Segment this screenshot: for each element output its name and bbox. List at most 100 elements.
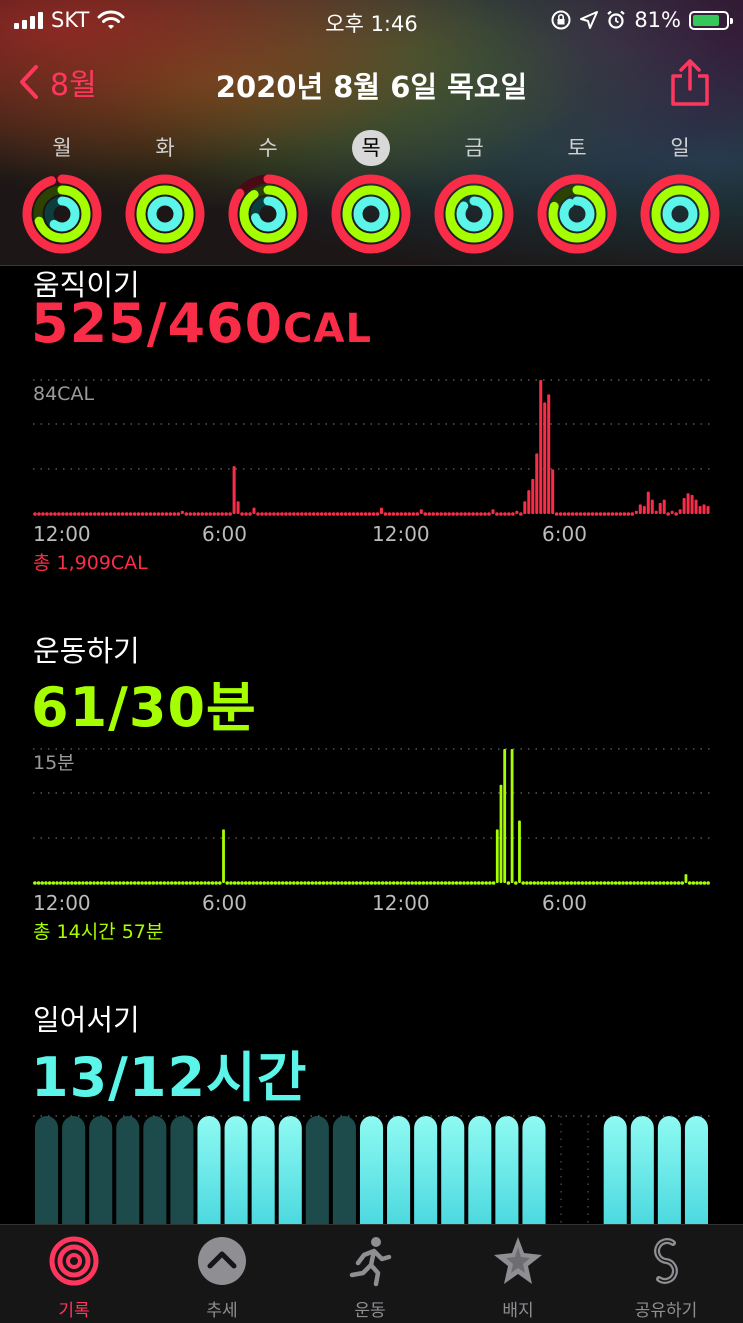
chart-bar <box>483 512 487 516</box>
x-tick-label: 6:00 <box>202 891 247 915</box>
chart-bar <box>602 512 607 516</box>
day-7[interactable]: 일 <box>635 130 725 256</box>
chart-bar <box>532 881 537 885</box>
chart-bar <box>355 512 360 516</box>
stand-hour-bar <box>62 1116 86 1224</box>
chart-bar <box>210 881 215 885</box>
chart-bar <box>33 881 37 885</box>
chart-bar <box>550 881 555 885</box>
chart-bar <box>459 512 463 516</box>
tab-workouts[interactable]: 운동 <box>296 1235 444 1321</box>
chart-bar <box>610 881 614 885</box>
activity-ring <box>640 174 720 254</box>
chart-bar <box>488 881 492 885</box>
chart-bar <box>695 881 699 885</box>
chart-bar <box>610 512 615 516</box>
day-label: 수 <box>258 136 278 160</box>
chart-bar <box>617 881 622 885</box>
tab-sharing[interactable]: 공유하기 <box>592 1235 740 1321</box>
chart-bar <box>432 881 437 885</box>
chart-bar <box>77 881 82 885</box>
move-value: 525/460CAL <box>31 292 372 355</box>
stand-value-unit: 시간 <box>206 1046 308 1109</box>
chart-bar <box>574 512 579 516</box>
chart-bar <box>569 881 574 885</box>
tab-history[interactable]: 기록 <box>0 1235 148 1321</box>
stand-hour-bar <box>441 1116 465 1224</box>
chart-bar <box>152 512 157 516</box>
tab-label: 운동 <box>354 1301 386 1321</box>
chart-bar <box>359 512 364 516</box>
chart-bar <box>222 829 225 883</box>
chart-bar <box>503 512 507 516</box>
share-button[interactable] <box>669 58 711 112</box>
chart-bar <box>112 512 117 516</box>
day-4[interactable]: 목 <box>326 130 416 256</box>
chart-bar <box>428 881 433 885</box>
stand-hour-bar <box>35 1116 59 1224</box>
chart-bar <box>606 512 611 516</box>
chart-bar <box>92 881 96 885</box>
chart-bar <box>491 509 495 514</box>
chart-bar <box>634 510 638 514</box>
chart-bar <box>258 881 263 885</box>
chart-bar <box>613 881 618 885</box>
chart-bar <box>439 512 443 516</box>
chart-bar <box>100 512 105 516</box>
chart-bar <box>53 512 57 516</box>
chart-bar <box>251 881 255 885</box>
day-6[interactable]: 토 <box>532 130 622 256</box>
tab-trends[interactable]: 추세 <box>148 1235 296 1321</box>
tab-awards[interactable]: 배지 <box>444 1235 592 1321</box>
chart-bar <box>288 512 292 516</box>
chart-bar <box>702 881 707 885</box>
chart-bar <box>595 881 599 885</box>
chart-bar <box>276 512 280 516</box>
chart-bar <box>343 512 348 516</box>
battery-percent: 81% <box>634 8 681 32</box>
chart-bar <box>121 881 126 885</box>
chart-bar <box>262 881 267 885</box>
share-icon <box>671 59 709 106</box>
chart-bar <box>155 881 159 885</box>
chart-bar <box>606 881 611 885</box>
chart-bar <box>110 881 115 885</box>
stand-hour-bar <box>387 1116 411 1224</box>
chart-bar <box>670 510 674 514</box>
chart-bar <box>380 881 385 885</box>
chart-bar <box>680 881 685 885</box>
chart-bar <box>255 881 259 885</box>
move-value-number: 525/460 <box>31 292 284 355</box>
day-2[interactable]: 화 <box>120 130 210 256</box>
exercise-value: 61/30분 <box>31 663 257 742</box>
chart-bar <box>599 881 603 885</box>
chart-bar <box>686 493 690 514</box>
stand-hour-bar <box>332 1116 356 1224</box>
chart-bar <box>40 881 45 885</box>
chart-bar <box>491 881 496 885</box>
stand-hour-bar <box>224 1116 248 1224</box>
chart-bar <box>391 512 396 516</box>
chart-bar <box>166 881 170 885</box>
chart-bar <box>384 881 389 885</box>
day-1[interactable]: 월 <box>17 130 107 256</box>
chart-bar <box>118 881 122 885</box>
chart-bar <box>658 881 662 885</box>
day-label: 목 <box>352 130 390 166</box>
chart-bar <box>638 504 642 514</box>
chart-bar <box>570 512 575 516</box>
chart-bar <box>691 881 696 885</box>
chart-bar <box>76 512 81 516</box>
chart-bar <box>506 881 511 885</box>
chart-bar <box>371 512 376 516</box>
chart-bar <box>414 881 418 885</box>
stand-hour-bar <box>495 1116 519 1224</box>
chart-bar <box>558 881 562 885</box>
chart-bar <box>399 512 404 516</box>
chart-bar <box>406 881 411 885</box>
chart-bar <box>525 881 529 885</box>
day-3[interactable]: 수 <box>223 130 313 256</box>
chart-bar <box>391 881 396 885</box>
day-5[interactable]: 금 <box>429 130 519 256</box>
chart-bar <box>487 512 491 516</box>
